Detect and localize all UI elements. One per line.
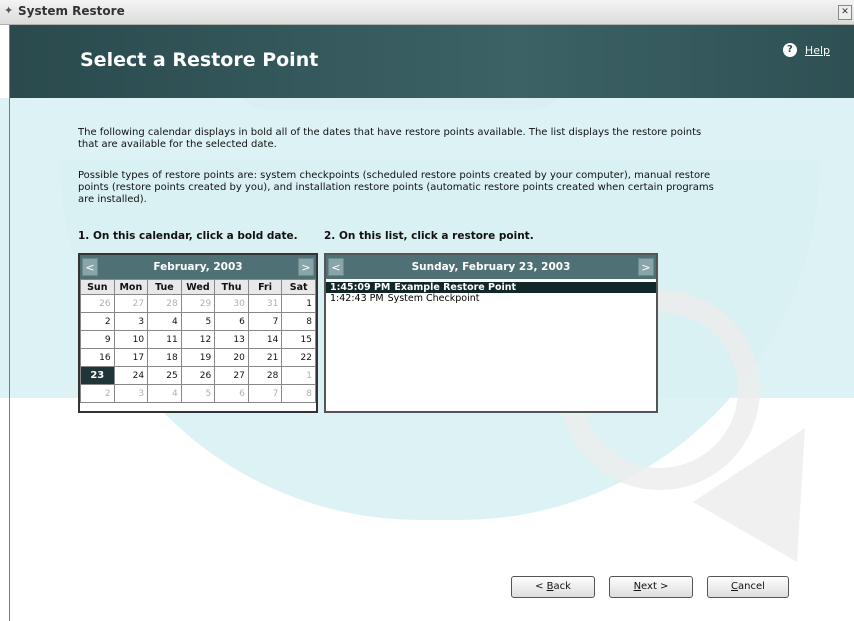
system-restore-icon: ✦	[4, 4, 14, 17]
calendar-day[interactable]: 19	[180, 348, 216, 367]
calendar-day[interactable]: 7	[247, 312, 283, 331]
calendar-day[interactable]: 4	[147, 384, 182, 403]
calendar-day[interactable]: 3	[113, 384, 149, 403]
calendar-day-selected[interactable]: 23	[80, 366, 115, 385]
calendar-day[interactable]: 3	[113, 312, 149, 331]
restore-point-item[interactable]: 1:42:43 PM System Checkpoint	[326, 293, 656, 304]
weekday-header: Sat	[281, 279, 316, 295]
back-button-prefix: <	[535, 581, 547, 592]
calendar-week: 9 10 11 12 13 14 15	[80, 330, 316, 349]
close-icon[interactable]: ✕	[838, 5, 852, 20]
restore-list-date: Sunday, February 23, 2003	[411, 261, 571, 273]
intro-paragraph: The following calendar displays in bold …	[78, 127, 702, 150]
help-area: ? Help	[782, 43, 830, 57]
cancel-button-accel: C	[731, 581, 739, 592]
calendar-day[interactable]: 27	[214, 366, 249, 385]
calendar-day[interactable]: 29	[180, 294, 216, 313]
weekday-header: Thu	[214, 279, 249, 295]
calendar-day[interactable]: 1	[281, 366, 316, 385]
calendar-next-button[interactable]: >	[297, 258, 314, 276]
restore-list-items: 1:45:09 PM Example Restore Point 1:42:43 P…	[326, 279, 656, 304]
restore-point-list: < Sunday, February 23, 2003 > 1:45:09 PM…	[324, 253, 658, 413]
calendar-day[interactable]: 1	[281, 294, 316, 313]
back-button[interactable]: < Back	[511, 576, 595, 598]
calendar-day[interactable]: 30	[214, 294, 249, 313]
calendar-day[interactable]: 18	[147, 348, 182, 367]
calendar-prev-button[interactable]: <	[82, 258, 98, 276]
calendar-grid: Sun Mon Tue Wed Thu Fri Sat 26 27 28 29 30 31 1 2 3 4 5 6…	[80, 279, 316, 403]
restore-point-name: System Checkpoint	[387, 293, 480, 304]
cancel-button-label: ancel	[738, 581, 765, 592]
calendar-day[interactable]: 8	[281, 312, 316, 331]
back-button-label: ack	[553, 581, 571, 592]
title-bar: ✦ System Restore ✕	[0, 0, 854, 25]
calendar-day[interactable]: 24	[113, 366, 149, 385]
page-title: Select a Restore Point	[80, 49, 319, 71]
calendar-day[interactable]: 11	[147, 330, 182, 349]
calendar-week: 16 17 18 19 20 21 22	[80, 348, 316, 367]
calendar-day[interactable]: 13	[214, 330, 249, 349]
calendar-day[interactable]: 2	[80, 384, 115, 403]
calendar-day[interactable]: 6	[214, 312, 249, 331]
calendar-day[interactable]: 20	[214, 348, 249, 367]
calendar-day[interactable]: 14	[247, 330, 283, 349]
calendar-day[interactable]: 16	[80, 348, 115, 367]
calendar-day[interactable]: 15	[281, 330, 316, 349]
help-link[interactable]: Help	[805, 44, 830, 57]
calendar-day[interactable]: 9	[80, 330, 115, 349]
restore-point-time: 1:42:43 PM	[330, 293, 384, 304]
next-button-label: ext >	[641, 581, 669, 592]
list-prev-button[interactable]: <	[328, 258, 344, 276]
list-instruction: 2. On this list, click a restore point.	[324, 230, 534, 242]
help-icon[interactable]: ?	[782, 43, 797, 57]
calendar-day[interactable]: 12	[180, 330, 216, 349]
calendar: < February, 2003 > Sun Mon Tue Wed Thu Fri Sat…	[78, 253, 318, 413]
weekday-header: Wed	[180, 279, 216, 295]
calendar-day[interactable]: 31	[247, 294, 283, 313]
page-header: Select a Restore Point ? Help	[10, 25, 854, 98]
restore-point-item[interactable]: 1:45:09 PM Example Restore Point	[326, 282, 656, 293]
calendar-day[interactable]: 27	[113, 294, 149, 313]
list-next-button[interactable]: >	[638, 258, 654, 276]
calendar-day[interactable]: 8	[281, 384, 316, 403]
weekday-header: Fri	[247, 279, 283, 295]
window-left-border	[9, 25, 10, 621]
window-title: System Restore	[18, 4, 125, 18]
calendar-week: 2345678	[80, 384, 316, 403]
calendar-day[interactable]: 26	[180, 366, 216, 385]
restore-types-paragraph: Possible types of restore points are: sy…	[78, 170, 714, 205]
back-button-accel: B	[546, 581, 554, 592]
calendar-day[interactable]: 28	[147, 294, 182, 313]
calendar-day[interactable]: 21	[247, 348, 283, 367]
restore-point-name: Example Restore Point	[394, 282, 517, 293]
calendar-day[interactable]: 25	[147, 366, 182, 385]
cancel-button[interactable]: Cancel	[707, 576, 789, 598]
calendar-header: < February, 2003 >	[80, 255, 316, 279]
weekday-header: Tue	[147, 279, 182, 295]
next-button-accel: N	[633, 581, 642, 592]
calendar-day[interactable]: 5	[180, 384, 216, 403]
calendar-day[interactable]: 17	[113, 348, 149, 367]
calendar-day[interactable]: 5	[180, 312, 216, 331]
calendar-month-label: February, 2003	[153, 261, 243, 273]
calendar-instruction: 1. On this calendar, click a bold date.	[78, 230, 298, 242]
weekday-header: Mon	[113, 279, 149, 295]
calendar-day[interactable]: 10	[113, 330, 149, 349]
calendar-day[interactable]: 6	[214, 384, 249, 403]
calendar-day[interactable]: 2	[80, 312, 115, 331]
calendar-week: 2345678	[80, 312, 316, 331]
calendar-day[interactable]: 4	[147, 312, 182, 331]
restore-point-time: 1:45:09 PM	[330, 282, 391, 293]
calendar-day[interactable]: 22	[281, 348, 316, 367]
calendar-day[interactable]: 28	[247, 366, 283, 385]
weekday-header: Sun	[80, 279, 115, 295]
calendar-week: 26 27 28 29 30 31 1	[80, 294, 316, 313]
calendar-day[interactable]: 26	[80, 294, 115, 313]
next-button[interactable]: Next >	[609, 576, 693, 598]
calendar-day[interactable]: 7	[247, 384, 283, 403]
restore-list-header: < Sunday, February 23, 2003 >	[326, 255, 656, 279]
calendar-week: 23 24 25 26 27 28 1	[80, 366, 316, 385]
